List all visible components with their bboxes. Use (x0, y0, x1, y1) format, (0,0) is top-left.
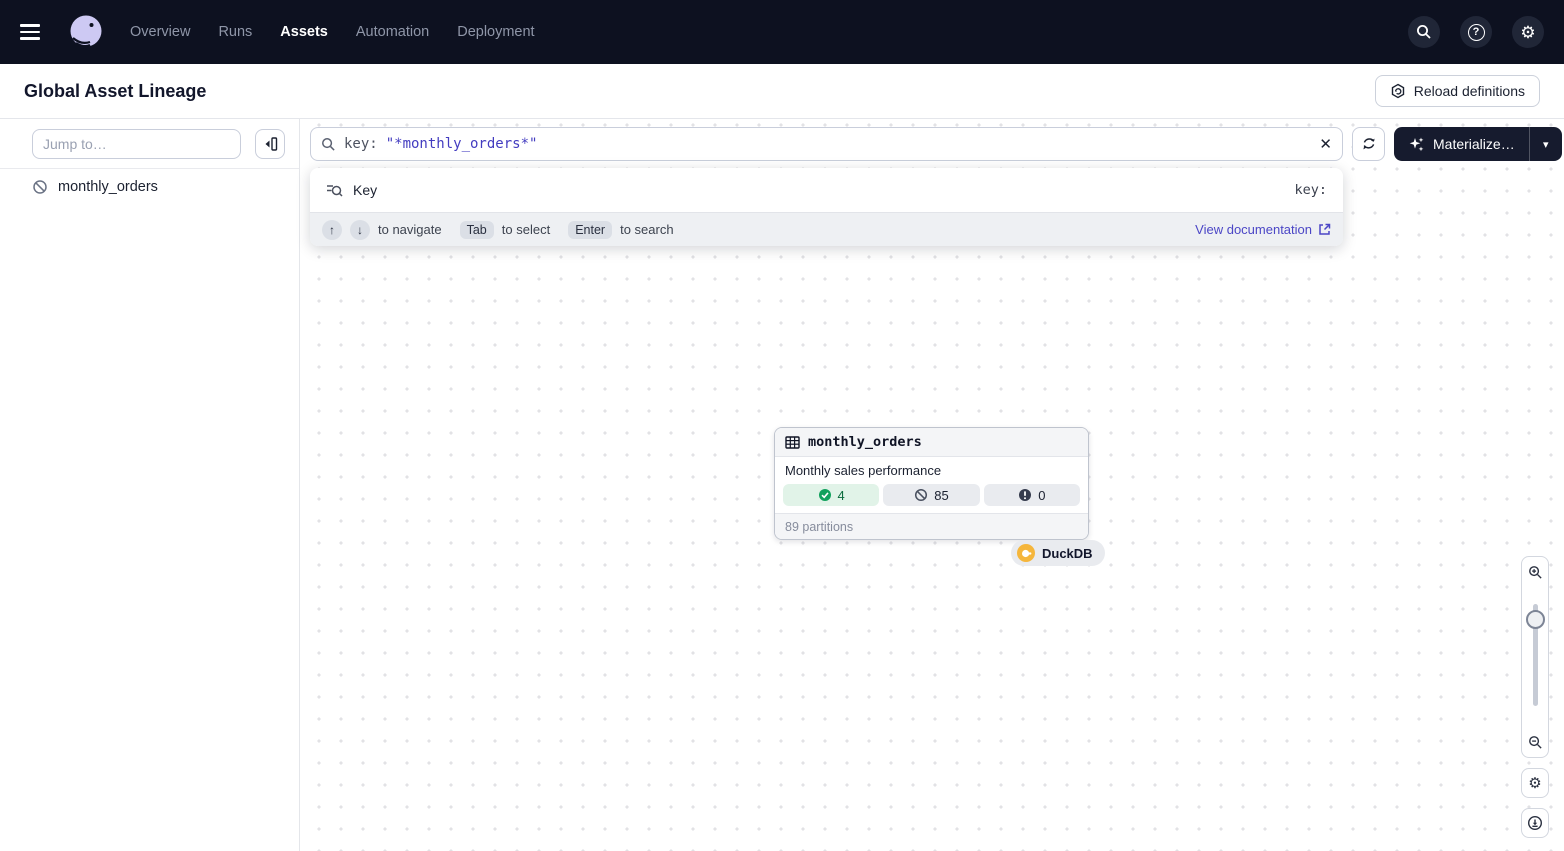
search-suggestions-dropdown: Key key: ↑ ↓ to navigate Tab to select E… (310, 168, 1343, 246)
view-documentation-label: View documentation (1195, 222, 1312, 237)
jump-to-input[interactable] (32, 129, 241, 159)
nav-overview[interactable]: Overview (130, 24, 190, 40)
failed-count: 0 (1038, 488, 1045, 503)
asset-node-partitions: 89 partitions (775, 513, 1088, 539)
sidebar-item-label: monthly_orders (58, 179, 158, 195)
table-icon (785, 436, 800, 449)
materialize-split-button: Materialize… ▾ (1394, 127, 1562, 161)
storage-kind-tag-duckdb[interactable]: DuckDB (1011, 540, 1105, 566)
sparkles-icon (1408, 136, 1425, 153)
materialized-count-badge[interactable]: 4 (783, 484, 879, 506)
nav-deployment[interactable]: Deployment (457, 24, 534, 40)
asset-node-description: Monthly sales performance (775, 457, 1088, 482)
asset-node-badges: 4 85 0 (775, 482, 1088, 513)
zoom-out-button[interactable] (1522, 727, 1548, 757)
nav-assets[interactable]: Assets (280, 24, 328, 40)
materialize-button[interactable]: Materialize… (1394, 127, 1529, 161)
page-title: Global Asset Lineage (24, 81, 206, 102)
dagster-logo-icon[interactable] (66, 12, 106, 52)
missing-count: 85 (934, 488, 948, 503)
asset-node-title: monthly_orders (808, 434, 922, 450)
gear-icon: ⚙ (1528, 774, 1541, 792)
hamburger-menu-icon[interactable] (20, 18, 48, 46)
search-icon (1416, 24, 1432, 40)
materialized-count: 4 (838, 488, 845, 503)
search-query-value: "*monthly_orders*" (386, 136, 538, 152)
view-documentation-link[interactable]: View documentation (1195, 222, 1331, 237)
reload-definitions-label: Reload definitions (1414, 83, 1525, 99)
caret-down-icon: ▾ (1543, 139, 1549, 151)
top-nav: Overview Runs Assets Automation Deployme… (0, 0, 1564, 64)
sidebar-toolbar (0, 119, 299, 169)
slashed-circle-icon (914, 488, 928, 502)
primary-nav: Overview Runs Assets Automation Deployme… (130, 24, 535, 40)
suggestion-label: Key (353, 182, 377, 198)
search-hint: to search (620, 222, 673, 237)
materialize-label: Materialize… (1433, 136, 1515, 152)
zoom-in-button[interactable] (1522, 557, 1548, 587)
navigate-hint: to navigate (378, 222, 442, 237)
select-hint: to select (502, 222, 550, 237)
collapse-panel-button[interactable] (255, 129, 285, 159)
filter-search-icon (326, 183, 343, 198)
help-button[interactable]: ? (1460, 16, 1492, 48)
missing-count-badge[interactable]: 85 (883, 484, 979, 506)
suggestion-hint: key: (1294, 182, 1327, 198)
arrow-down-key-icon: ↓ (350, 220, 370, 240)
dropdown-footer: ↑ ↓ to navigate Tab to select Enter to s… (310, 212, 1343, 246)
duckdb-icon (1017, 544, 1035, 562)
settings-button[interactable]: ⚙ (1512, 16, 1544, 48)
refresh-graph-button[interactable] (1352, 127, 1385, 161)
help-icon: ? (1468, 24, 1485, 41)
search-icon (321, 137, 336, 152)
zoom-slider-handle[interactable] (1526, 610, 1545, 629)
collapse-panel-icon (263, 137, 278, 151)
asset-node-header[interactable]: monthly_orders (775, 428, 1088, 457)
check-circle-icon (818, 488, 832, 502)
clear-search-button[interactable]: ✕ (1319, 137, 1332, 152)
enter-key: Enter (568, 221, 612, 239)
lineage-search-input[interactable]: key: "*monthly_orders*" ✕ (310, 127, 1343, 161)
sidebar-item-monthly-orders[interactable]: monthly_orders (0, 169, 299, 205)
storage-kind-label: DuckDB (1042, 546, 1093, 561)
reload-definitions-icon (1390, 83, 1406, 99)
graph-settings-button[interactable]: ⚙ (1521, 768, 1549, 798)
suggestion-key[interactable]: Key key: (310, 168, 1343, 212)
failed-count-badge[interactable]: 0 (984, 484, 1080, 506)
asset-node-monthly-orders[interactable]: monthly_orders Monthly sales performance… (774, 427, 1089, 540)
zoom-in-icon (1528, 565, 1543, 580)
zoom-control-panel (1521, 556, 1549, 758)
global-search-button[interactable] (1408, 16, 1440, 48)
arrow-up-key-icon: ↑ (322, 220, 342, 240)
asset-missing-icon (32, 179, 48, 195)
reload-definitions-button[interactable]: Reload definitions (1375, 75, 1540, 107)
recenter-icon (1527, 815, 1543, 831)
materialize-dropdown-button[interactable]: ▾ (1529, 127, 1562, 161)
nav-runs[interactable]: Runs (218, 24, 252, 40)
refresh-icon (1361, 136, 1377, 152)
lineage-canvas[interactable]: key: "*monthly_orders*" ✕ Materialize… ▾ (300, 119, 1564, 851)
lineage-sidebar: monthly_orders (0, 119, 300, 851)
nav-automation[interactable]: Automation (356, 24, 429, 40)
tab-key: Tab (460, 221, 494, 239)
recenter-graph-button[interactable] (1521, 808, 1549, 838)
zoom-out-icon (1528, 735, 1543, 750)
exclamation-circle-icon (1018, 488, 1032, 502)
page-header: Global Asset Lineage Reload definitions (0, 64, 1564, 119)
gear-icon: ⚙ (1520, 24, 1535, 41)
external-link-icon (1318, 223, 1331, 236)
search-query-prefix: key: (344, 136, 378, 152)
